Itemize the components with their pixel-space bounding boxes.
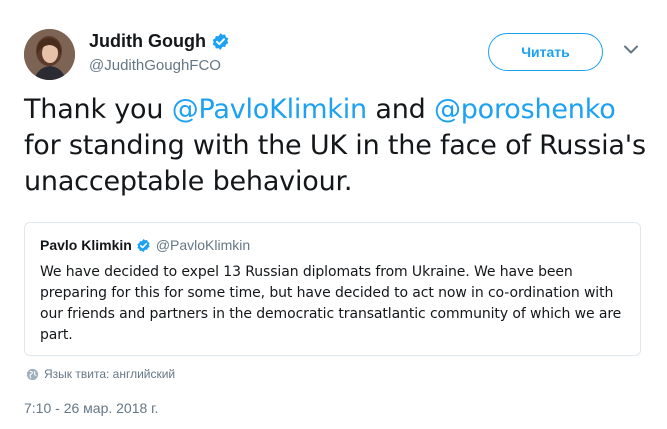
globe-icon	[26, 368, 39, 380]
quoted-tweet-text: We have decided to expel 13 Russian dipl…	[40, 264, 622, 343]
verified-badge-icon	[137, 238, 150, 252]
tweet-text-part: and	[366, 94, 434, 125]
author-avatar[interactable]	[24, 29, 75, 80]
mention-link[interactable]: @poroshenko	[434, 94, 616, 125]
verified-badge-icon	[212, 32, 229, 50]
quoted-author-handle: @PavloKlimkin	[155, 237, 251, 253]
tweet-text: Thank you @PavloKlimkin and @poroshenko …	[24, 92, 654, 200]
quoted-tweet[interactable]: Pavlo Klimkin @PavloKlimkin We have deci…	[24, 222, 641, 356]
language-label: Язык твита: английский	[44, 367, 176, 381]
author-name-row: Judith Gough	[89, 30, 230, 52]
follow-button[interactable]: Читать	[488, 33, 603, 71]
avatar-photo-icon	[24, 29, 75, 80]
tweet-card: Judith Gough @JudithGoughFCO Читать Than…	[0, 0, 667, 429]
tweet-text-part: for standing with the UK in the face of …	[24, 130, 646, 197]
tweet-text-part: Thank you	[24, 94, 172, 125]
mention-link[interactable]: @PavloKlimkin	[172, 94, 367, 125]
author-handle[interactable]: @JudithGoughFCO	[89, 56, 230, 76]
author-block: Judith Gough @JudithGoughFCO	[89, 30, 230, 76]
quoted-author-name: Pavlo Klimkin	[40, 237, 132, 253]
author-name[interactable]: Judith Gough	[89, 30, 206, 52]
chevron-down-icon[interactable]	[623, 44, 639, 56]
tweet-language-note: Язык твита: английский	[26, 367, 175, 381]
tweet-timestamp[interactable]: 7:10 - 26 мар. 2018 г.	[24, 400, 158, 416]
quoted-tweet-header: Pavlo Klimkin @PavloKlimkin	[40, 237, 250, 253]
